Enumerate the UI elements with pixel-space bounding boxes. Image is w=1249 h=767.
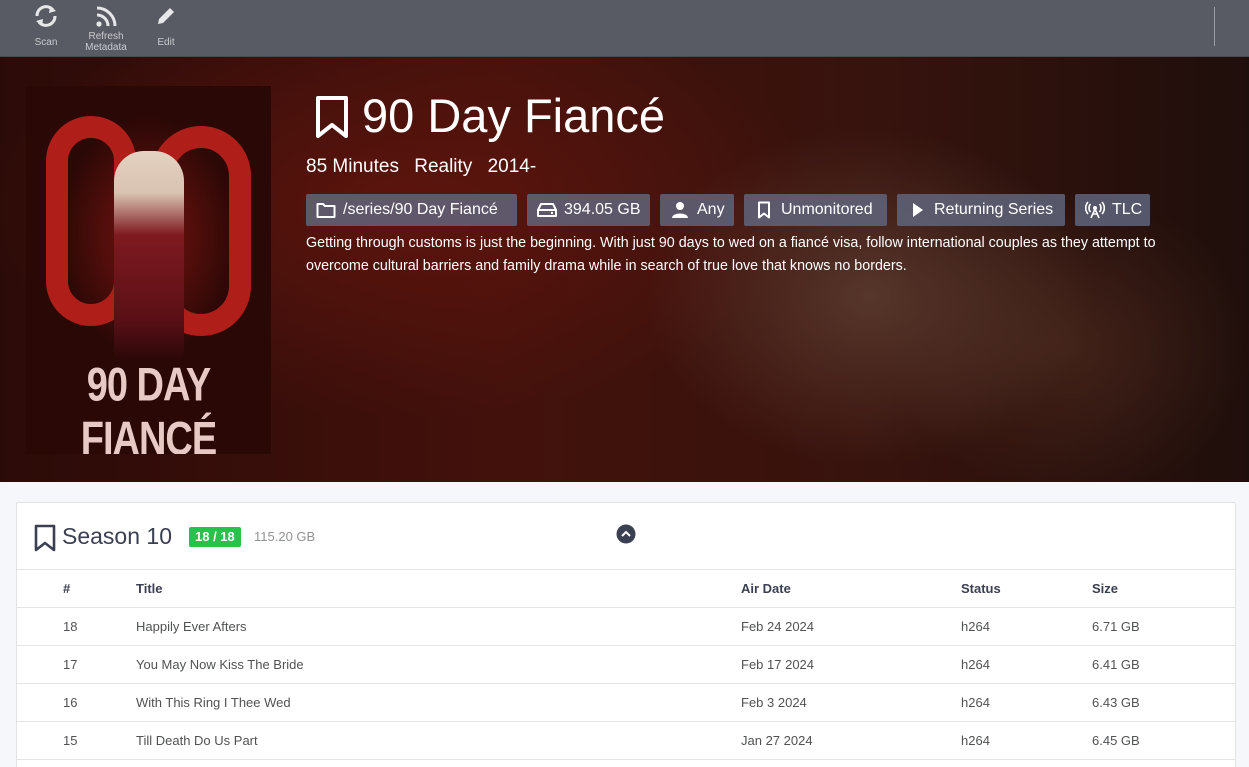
column-header-number[interactable]: # bbox=[63, 570, 70, 608]
season-bookmark-icon[interactable] bbox=[33, 523, 57, 553]
network-tag-label: TLC bbox=[1112, 201, 1143, 218]
episode-status: h264 bbox=[961, 619, 990, 634]
years: 2014- bbox=[487, 156, 537, 177]
episode-size: 6.41 GB bbox=[1092, 657, 1140, 672]
refresh-icon bbox=[35, 5, 57, 27]
episode-title[interactable]: With This Ring I Thee Wed bbox=[136, 684, 291, 722]
page-toolbar: Scan Refresh Metadata Edit bbox=[0, 0, 1249, 57]
poster-title: 90 DAY FIANCÉ bbox=[80, 359, 217, 454]
series-details: 85 Minutes Reality 2014- bbox=[306, 155, 546, 179]
episode-size: 6.45 GB bbox=[1092, 733, 1140, 748]
episode-status: h264 bbox=[961, 733, 990, 748]
poster-figures bbox=[114, 151, 184, 361]
profile-tag: Any bbox=[660, 194, 734, 226]
season-header[interactable]: Season 10 18 / 18 115.20 GB bbox=[17, 503, 1235, 570]
size-tag-label: 394.05 GB bbox=[564, 201, 641, 218]
episode-air-date: Feb 3 2024 bbox=[741, 695, 807, 710]
refresh-label-line1: Refresh bbox=[88, 31, 124, 42]
status-tag-label: Returning Series bbox=[934, 201, 1054, 218]
status-tag: Returning Series bbox=[897, 194, 1065, 226]
broadcast-tower-icon bbox=[1085, 201, 1105, 219]
edit-label: Edit bbox=[157, 37, 175, 48]
series-poster: 90 DAY FIANCÉ bbox=[26, 86, 271, 454]
monitored-tag: Unmonitored bbox=[744, 194, 887, 226]
table-header-row: # Title Air Date Status Size bbox=[17, 570, 1235, 608]
path-tag-label: /series/90 Day Fiancé bbox=[343, 201, 498, 218]
season-panel: Season 10 18 / 18 115.20 GB # Title Air … bbox=[16, 502, 1236, 767]
series-overview: Getting through customs is just the begi… bbox=[306, 235, 1156, 274]
episode-number: 17 bbox=[63, 657, 78, 672]
column-header-status[interactable]: Status bbox=[961, 570, 1001, 608]
episode-title[interactable]: Happily Ever Afters bbox=[136, 608, 247, 646]
season-size: 115.20 GB bbox=[254, 529, 316, 544]
toolbar-separator bbox=[1214, 7, 1215, 46]
user-icon bbox=[672, 202, 688, 218]
scan-label: Scan bbox=[34, 37, 58, 48]
season-title: Season 10 bbox=[62, 523, 172, 549]
monitored-tag-label: Unmonitored bbox=[781, 201, 873, 218]
episode-title[interactable]: You May Now Kiss The Bride bbox=[136, 646, 304, 684]
episode-number: 15 bbox=[63, 733, 78, 748]
hard-drive-icon bbox=[537, 203, 557, 217]
column-header-title[interactable]: Title bbox=[136, 570, 163, 608]
refresh-label-line2: Metadata bbox=[85, 42, 127, 53]
table-row[interactable]: 15 Till Death Do Us Part Jan 27 2024 h26… bbox=[17, 722, 1235, 760]
column-header-size[interactable]: Size bbox=[1092, 570, 1118, 608]
episode-count-badge: 18 / 18 bbox=[189, 527, 241, 547]
folder-icon bbox=[316, 203, 336, 218]
genre: Reality bbox=[414, 156, 473, 177]
episode-size: 6.43 GB bbox=[1092, 695, 1140, 710]
episode-number: 16 bbox=[63, 695, 78, 710]
episode-size: 6.71 GB bbox=[1092, 619, 1140, 634]
refresh-metadata-button[interactable]: Refresh Metadata bbox=[76, 0, 136, 57]
chevron-up-circle-icon[interactable] bbox=[616, 524, 636, 544]
episode-air-date: Jan 27 2024 bbox=[741, 733, 813, 748]
bookmark-outline-icon bbox=[758, 201, 770, 219]
episode-status: h264 bbox=[961, 695, 990, 710]
episode-number: 18 bbox=[63, 619, 78, 634]
series-header: 90 DAY FIANCÉ 90 Day Fiancé 85 Minutes R… bbox=[0, 57, 1249, 482]
network-tag: TLC bbox=[1075, 194, 1150, 226]
runtime: 85 Minutes bbox=[306, 156, 399, 177]
edit-button[interactable]: Edit bbox=[136, 0, 196, 57]
rss-icon bbox=[96, 6, 117, 27]
play-icon bbox=[913, 203, 923, 217]
series-title: 90 Day Fiancé bbox=[362, 89, 666, 142]
episode-air-date: Feb 17 2024 bbox=[741, 657, 815, 672]
scan-button[interactable]: Scan bbox=[16, 0, 76, 57]
table-row[interactable]: 18 Happily Ever Afters Feb 24 2024 h264 … bbox=[17, 608, 1235, 646]
profile-tag-label: Any bbox=[697, 201, 725, 218]
table-row[interactable]: 17 You May Now Kiss The Bride Feb 17 202… bbox=[17, 646, 1235, 684]
episode-status: h264 bbox=[961, 657, 990, 672]
size-tag: 394.05 GB bbox=[527, 194, 650, 226]
bookmark-icon[interactable] bbox=[314, 95, 350, 139]
pencil-icon bbox=[158, 8, 174, 24]
episode-air-date: Feb 24 2024 bbox=[741, 619, 815, 634]
path-tag: /series/90 Day Fiancé bbox=[306, 194, 517, 226]
table-row[interactable]: 16 With This Ring I Thee Wed Feb 3 2024 … bbox=[17, 684, 1235, 722]
episode-title[interactable]: Till Death Do Us Part bbox=[136, 722, 258, 760]
column-header-air-date[interactable]: Air Date bbox=[741, 570, 791, 608]
